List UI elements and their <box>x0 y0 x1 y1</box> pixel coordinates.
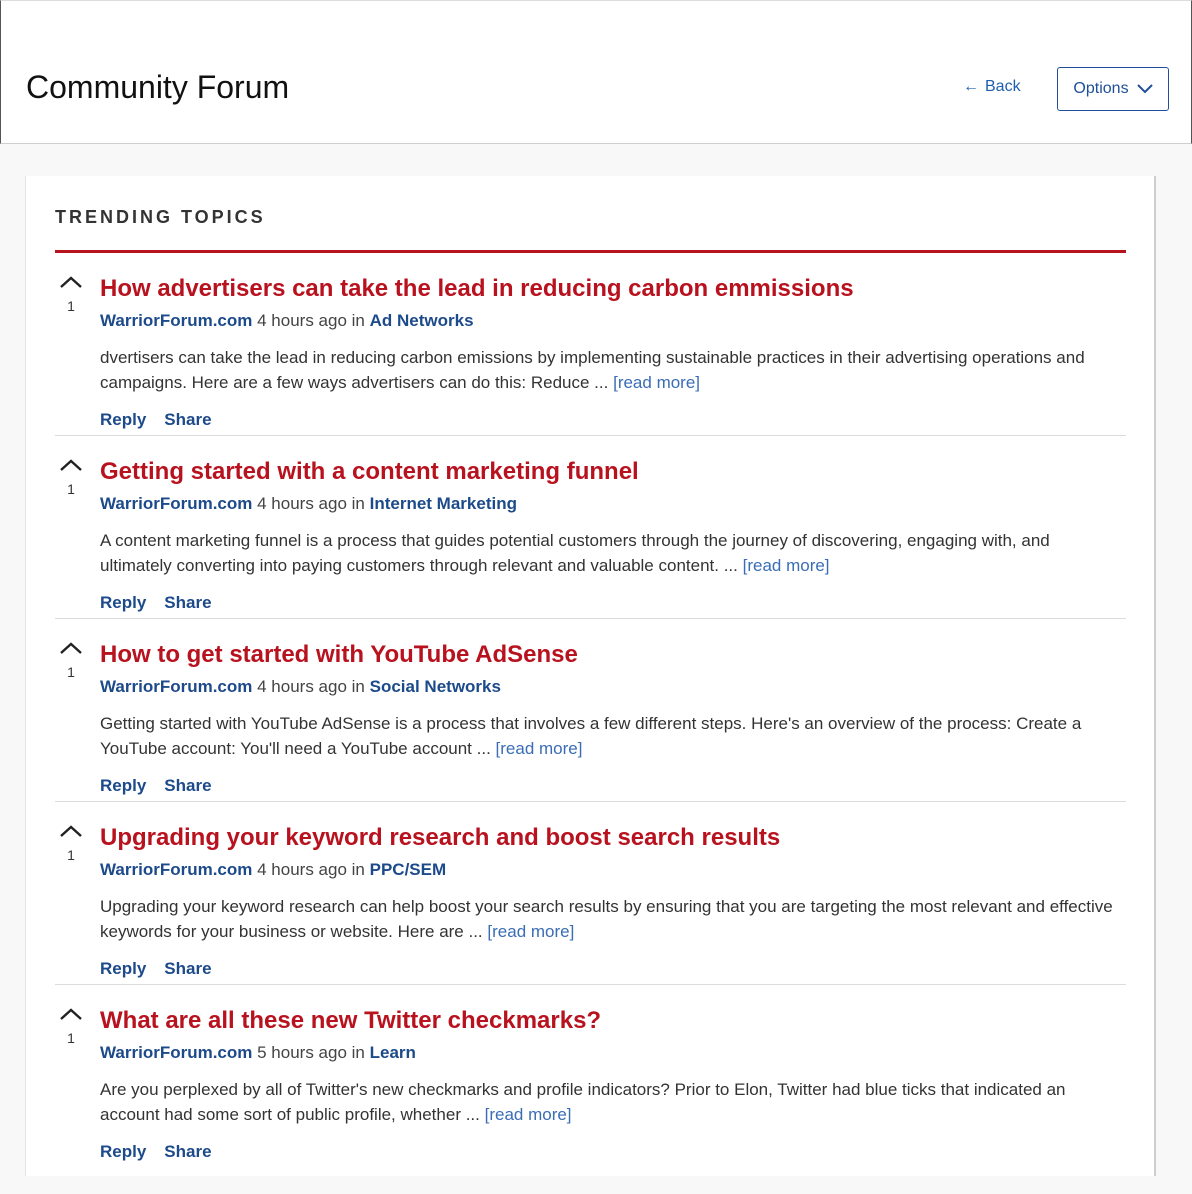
read-more-link[interactable]: [read more] <box>485 1105 572 1124</box>
excerpt-text: A content marketing funnel is a process … <box>100 531 1050 575</box>
vote-control: 1 <box>59 458 83 497</box>
topic-actions: Reply Share <box>100 593 212 613</box>
category-link[interactable]: Internet Marketing <box>370 494 517 513</box>
excerpt-text: Upgrading your keyword research can help… <box>100 897 1113 941</box>
vote-count: 1 <box>67 298 75 314</box>
upvote-chevron-icon[interactable] <box>59 1007 83 1021</box>
read-more-link[interactable]: [read more] <box>496 739 583 758</box>
topic-title-link[interactable]: What are all these new Twitter checkmark… <box>100 1007 601 1035</box>
read-more-link[interactable]: [read more] <box>613 373 700 392</box>
topic-meta: WarriorForum.com 4 hours ago in Ad Netwo… <box>100 311 474 331</box>
page-header: Community Forum ← Back Options <box>0 0 1192 144</box>
topic-item: 1 How advertisers can take the lead in r… <box>55 253 1126 436</box>
vote-count: 1 <box>67 1030 75 1046</box>
read-more-link[interactable]: [read more] <box>743 556 830 575</box>
topic-time: 4 hours ago <box>257 494 347 513</box>
topic-excerpt: Upgrading your keyword research can help… <box>100 894 1120 944</box>
topic-actions: Reply Share <box>100 1142 212 1162</box>
back-label: Back <box>985 78 1021 95</box>
topic-excerpt: Are you perplexed by all of Twitter's ne… <box>100 1077 1120 1127</box>
excerpt-text: Getting started with YouTube AdSense is … <box>100 714 1082 758</box>
topic-meta: WarriorForum.com 4 hours ago in Social N… <box>100 677 501 697</box>
share-link[interactable]: Share <box>164 593 211 613</box>
options-button[interactable]: Options <box>1057 67 1169 111</box>
topic-actions: Reply Share <box>100 959 212 979</box>
site-link[interactable]: WarriorForum.com <box>100 677 252 696</box>
site-link[interactable]: WarriorForum.com <box>100 860 252 879</box>
topic-excerpt: Getting started with YouTube AdSense is … <box>100 711 1120 761</box>
topic-excerpt: A content marketing funnel is a process … <box>100 528 1120 578</box>
topic-meta: WarriorForum.com 5 hours ago in Learn <box>100 1043 416 1063</box>
reply-link[interactable]: Reply <box>100 1142 146 1162</box>
category-link[interactable]: PPC/SEM <box>370 860 447 879</box>
vote-control: 1 <box>59 824 83 863</box>
topic-item: 1 Upgrading your keyword research and bo… <box>55 802 1126 985</box>
category-link[interactable]: Ad Networks <box>370 311 474 330</box>
topic-item: 1 What are all these new Twitter checkma… <box>55 985 1126 1168</box>
in-word: in <box>351 677 365 696</box>
vote-control: 1 <box>59 641 83 680</box>
share-link[interactable]: Share <box>164 959 211 979</box>
arrow-left-icon: ← <box>963 78 979 95</box>
topic-item: 1 Getting started with a content marketi… <box>55 436 1126 619</box>
topic-title-link[interactable]: Getting started with a content marketing… <box>100 458 639 486</box>
reply-link[interactable]: Reply <box>100 959 146 979</box>
topic-time: 4 hours ago <box>257 860 347 879</box>
in-word: in <box>351 494 365 513</box>
vote-count: 1 <box>67 481 75 497</box>
vote-count: 1 <box>67 664 75 680</box>
trending-topics-panel: TRENDING TOPICS 1 How advertisers can ta… <box>25 176 1156 1176</box>
topic-time: 4 hours ago <box>257 311 347 330</box>
site-link[interactable]: WarriorForum.com <box>100 494 252 513</box>
reply-link[interactable]: Reply <box>100 776 146 796</box>
topic-item: 1 How to get started with YouTube AdSens… <box>55 619 1126 802</box>
topic-actions: Reply Share <box>100 410 212 430</box>
topic-list: 1 How advertisers can take the lead in r… <box>55 253 1126 1168</box>
topic-meta: WarriorForum.com 4 hours ago in PPC/SEM <box>100 860 446 880</box>
upvote-chevron-icon[interactable] <box>59 275 83 289</box>
excerpt-text: Are you perplexed by all of Twitter's ne… <box>100 1080 1066 1124</box>
site-link[interactable]: WarriorForum.com <box>100 1043 252 1062</box>
options-label: Options <box>1073 80 1129 97</box>
topic-title-link[interactable]: How to get started with YouTube AdSense <box>100 641 578 669</box>
in-word: in <box>351 311 365 330</box>
upvote-chevron-icon[interactable] <box>59 641 83 655</box>
site-link[interactable]: WarriorForum.com <box>100 311 252 330</box>
topic-excerpt: dvertisers can take the lead in reducing… <box>100 345 1120 395</box>
reply-link[interactable]: Reply <box>100 593 146 613</box>
back-link[interactable]: ← Back <box>963 78 1021 96</box>
vote-control: 1 <box>59 275 83 314</box>
reply-link[interactable]: Reply <box>100 410 146 430</box>
topic-time: 5 hours ago <box>257 1043 347 1062</box>
upvote-chevron-icon[interactable] <box>59 458 83 472</box>
upvote-chevron-icon[interactable] <box>59 824 83 838</box>
in-word: in <box>351 860 365 879</box>
share-link[interactable]: Share <box>164 410 211 430</box>
topic-title-link[interactable]: How advertisers can take the lead in red… <box>100 275 854 303</box>
page-title: Community Forum <box>26 69 290 105</box>
share-link[interactable]: Share <box>164 1142 211 1162</box>
topic-meta: WarriorForum.com 4 hours ago in Internet… <box>100 494 517 514</box>
category-link[interactable]: Learn <box>370 1043 416 1062</box>
topic-actions: Reply Share <box>100 776 212 796</box>
vote-count: 1 <box>67 847 75 863</box>
section-title: TRENDING TOPICS <box>55 207 266 227</box>
topic-title-link[interactable]: Upgrading your keyword research and boos… <box>100 824 780 852</box>
chevron-down-icon <box>1136 84 1153 94</box>
share-link[interactable]: Share <box>164 776 211 796</box>
vote-control: 1 <box>59 1007 83 1046</box>
in-word: in <box>351 1043 365 1062</box>
topic-time: 4 hours ago <box>257 677 347 696</box>
category-link[interactable]: Social Networks <box>370 677 501 696</box>
excerpt-text: dvertisers can take the lead in reducing… <box>100 348 1085 392</box>
read-more-link[interactable]: [read more] <box>487 922 574 941</box>
